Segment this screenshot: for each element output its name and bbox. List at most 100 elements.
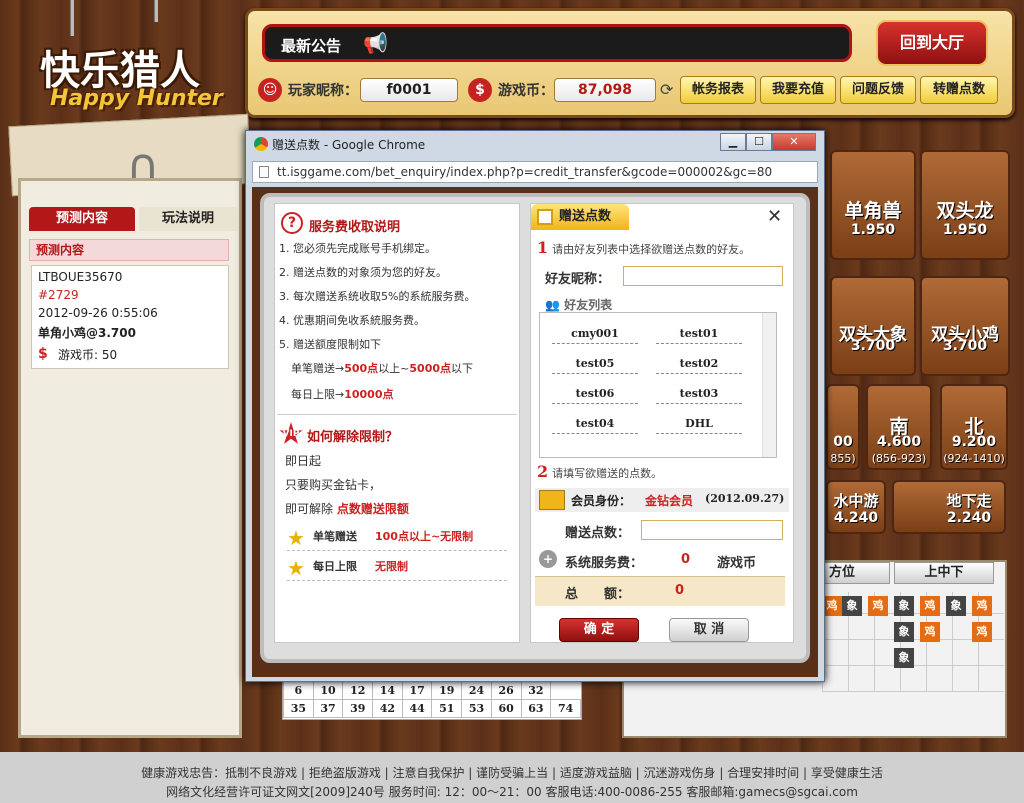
tile-name: 双头龙: [936, 200, 994, 222]
grid-cell: 6: [283, 681, 314, 700]
bet-tile[interactable]: 南 4.600 (856-923): [866, 384, 932, 470]
amount-input[interactable]: [641, 520, 783, 540]
limit-suffix: 以下: [451, 362, 474, 375]
fee-label: 系统服务费：: [565, 556, 644, 571]
limit-min: 500点: [344, 362, 379, 375]
dialog-close-button[interactable]: ✕: [767, 206, 782, 227]
record-time: 2012-09-26 0:55:06: [38, 306, 158, 320]
bet-tile[interactable]: 00 855): [826, 384, 860, 470]
tab-rules[interactable]: 玩法说明: [139, 207, 237, 231]
bet-tile[interactable]: 双头龙 1.950: [920, 150, 1010, 260]
result-chip: 象: [894, 622, 914, 642]
prediction-header: 预测内容: [29, 239, 229, 261]
popup-window: 赠送点数 - Google Chrome ▁ ☐ ✕ tt.isggame.co…: [245, 130, 825, 682]
divider: [287, 580, 507, 581]
star-icon: ★: [287, 556, 305, 580]
step-text: 请填写欲赠送的点数。: [552, 467, 663, 480]
friend-item[interactable]: test06: [552, 387, 638, 404]
unlock-line: 即日起: [285, 454, 322, 468]
friend-nick-input[interactable]: [623, 266, 783, 286]
result-chip: 象: [842, 596, 862, 616]
friend-item[interactable]: cmy001: [552, 327, 638, 344]
prediction-panel: 预测内容 玩法说明 预测内容 LTBOUE35670 #2729 2012-09…: [18, 178, 242, 738]
divider: [287, 550, 507, 551]
tile-odds: 1.950: [850, 222, 896, 238]
bet-tile[interactable]: 双头大象 3.700: [830, 276, 916, 376]
record-coins: 游戏币: 50: [58, 348, 118, 362]
bet-tile[interactable]: 地下走 2.240: [892, 480, 1006, 534]
chrome-icon: [254, 137, 268, 151]
result-chip: 象: [946, 596, 966, 616]
transfer-points-button[interactable]: 转赠点数: [920, 76, 998, 104]
feedback-button[interactable]: 问题反馈: [840, 76, 916, 104]
perk-label: 单笔赠送: [313, 530, 357, 543]
friend-item[interactable]: test01: [656, 327, 742, 344]
grid-cell: 53: [461, 699, 492, 718]
window-title: 赠送点数 - Google Chrome: [254, 136, 554, 154]
popup-content: ? 服务费收取说明 1. 您必须先完成账号手机绑定。 2. 赠送点数的对象须为您…: [252, 187, 818, 677]
grid-cell: 32: [520, 681, 552, 700]
window-close-button[interactable]: ✕: [772, 133, 816, 151]
friend-item[interactable]: test04: [552, 417, 638, 434]
fee-info-panel: ? 服务费收取说明 1. 您必须先完成账号手机绑定。 2. 赠送点数的对象须为您…: [274, 203, 520, 643]
tile-odds: 00: [833, 434, 853, 450]
total-value: 0: [675, 583, 685, 598]
friend-item[interactable]: DHL: [656, 417, 742, 434]
bet-tile[interactable]: 双头小鸡 3.700: [920, 276, 1010, 376]
refresh-icon[interactable]: ⟳: [660, 80, 673, 99]
back-to-lobby-button[interactable]: 回到大厅: [876, 20, 988, 66]
rule-item: 3. 每次赠送系统收取5%的系統服务费。: [279, 290, 476, 303]
maximize-button[interactable]: ☐: [746, 133, 772, 151]
friend-item[interactable]: test03: [656, 387, 742, 404]
cancel-button[interactable]: 取 消: [669, 618, 749, 642]
step-number: 1: [537, 238, 549, 257]
tile-name: 地下走: [946, 492, 992, 510]
limit-mid: 以上~: [378, 362, 410, 375]
minimize-button[interactable]: ▁: [720, 133, 746, 151]
footer-line: 健康游戏忠告：抵制不良游戏 | 拒绝盗版游戏 | 注意自我保护 | 谨防受骗上当…: [141, 766, 883, 780]
grid-cell: 51: [431, 699, 463, 718]
limit-value: 10000点: [344, 388, 394, 401]
unlock-line: 只要购买金钻卡，: [285, 478, 382, 492]
rule-item: 1. 您必须先完成账号手机绑定。: [279, 242, 436, 255]
account-report-button[interactable]: 帐务报表: [680, 76, 756, 104]
friend-item[interactable]: test02: [656, 357, 742, 374]
bet-tile[interactable]: 北 9.200 (924-1410): [940, 384, 1008, 470]
url-text: tt.isggame.com/bet_enquiry/index.php?p=c…: [277, 165, 773, 179]
chain-decor: [154, 0, 158, 22]
tab-prediction[interactable]: 预测内容: [29, 207, 135, 231]
coin-icon: $: [38, 346, 48, 362]
grid-cell: 60: [490, 699, 522, 718]
limit-daily: 每日上限→10000点: [291, 388, 394, 402]
record-id: LTBOUE35670: [38, 270, 123, 284]
megaphone-icon: 📢: [363, 31, 388, 55]
bet-tile[interactable]: 水中游 4.240: [826, 480, 886, 534]
grid-cell: 63: [520, 699, 552, 718]
logo: 快乐猎人 Happy Hunter: [30, 0, 250, 130]
recharge-button[interactable]: 我要充值: [760, 76, 836, 104]
bet-tile[interactable]: 单角兽 1.950: [830, 150, 916, 260]
result-chip: 鸡: [920, 622, 940, 642]
confirm-button[interactable]: 确 定: [559, 618, 639, 642]
fee-unit: 游戏币: [717, 556, 757, 571]
total-label: 总 额：: [565, 587, 631, 602]
grid-cell: 44: [401, 699, 433, 718]
notice-label: 最新公告: [281, 37, 342, 55]
unlock-line-text: 即可解除: [285, 502, 334, 516]
friend-item[interactable]: test05: [552, 357, 638, 374]
tile-range: (924-1410): [943, 452, 1005, 465]
grid-cell: 19: [431, 681, 463, 700]
member-card-icon: [539, 490, 565, 510]
transfer-dialog: ? 服务费收取说明 1. 您必须先完成账号手机绑定。 2. 赠送点数的对象须为您…: [260, 193, 810, 663]
grid-cell: 26: [490, 681, 522, 700]
scrollbar[interactable]: [762, 313, 776, 457]
total-row: 总 额： 0: [535, 576, 785, 606]
user-icon: ☺: [258, 78, 282, 102]
member-row: 会员身份： 金钻会员 (2012.09.27): [535, 488, 789, 512]
step-1: 1 请由好友列表中选择欲赠送点数的好友。: [537, 238, 750, 257]
url-bar[interactable]: tt.isggame.com/bet_enquiry/index.php?p=c…: [252, 161, 818, 183]
plus-icon: +: [539, 550, 557, 568]
friend-nick-label: 好友昵称：: [545, 272, 611, 287]
limit-max: 5000点: [409, 362, 452, 375]
result-chip: 鸡: [972, 596, 992, 616]
